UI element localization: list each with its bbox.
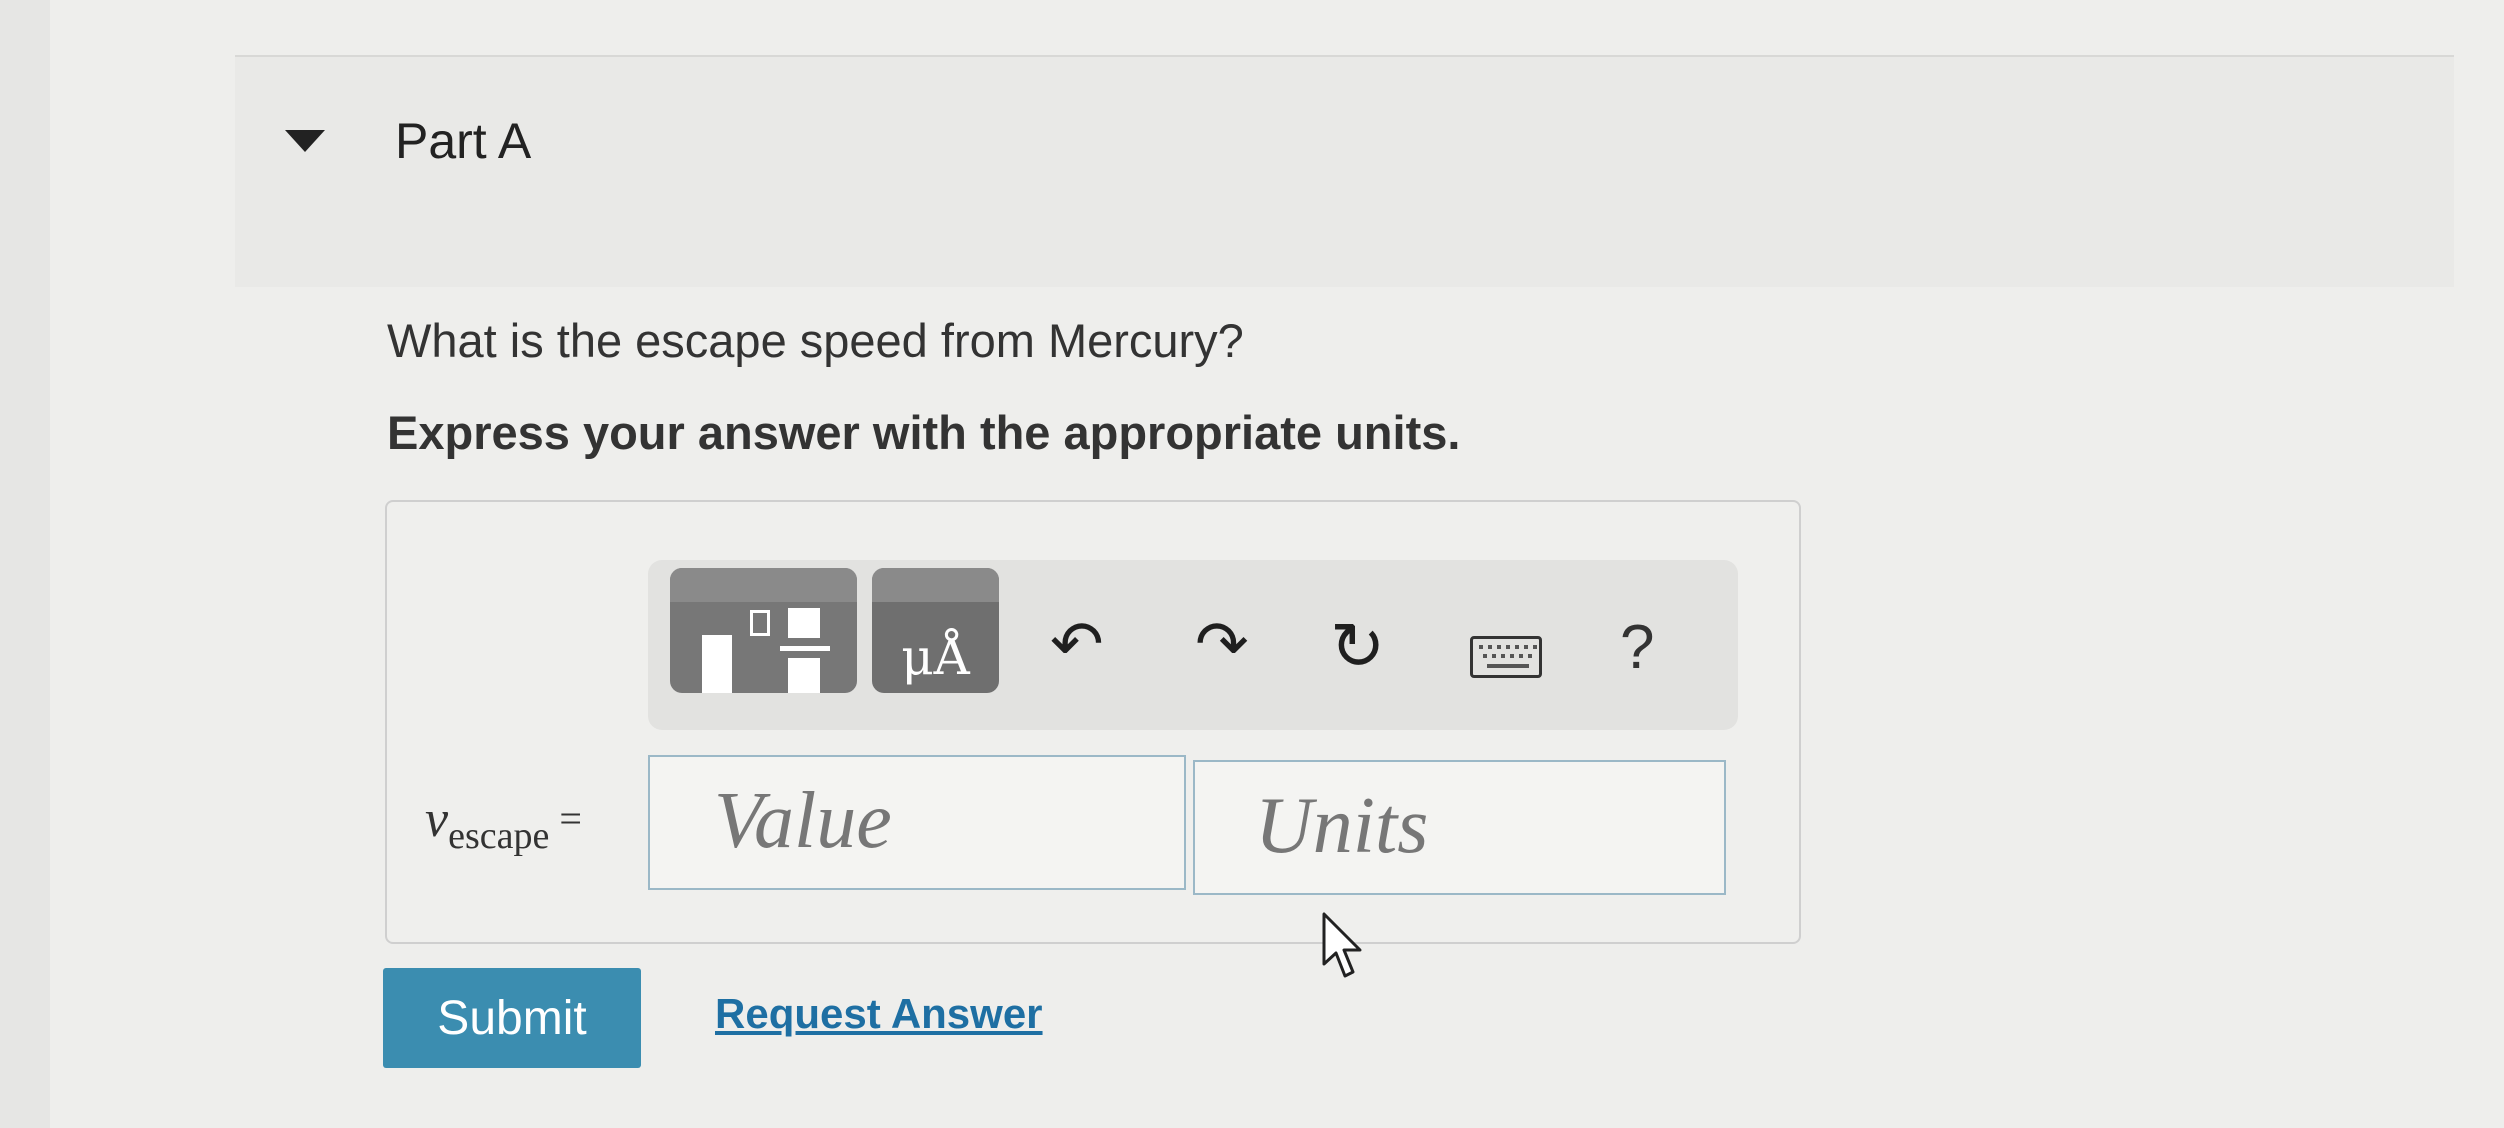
templates-box-icon — [702, 635, 732, 693]
reset-icon[interactable]: ↻ — [1330, 608, 1385, 685]
variable-subscript: escape — [448, 815, 550, 857]
collapse-caret-icon[interactable] — [285, 130, 325, 152]
submit-button[interactable]: Submit — [383, 968, 641, 1068]
templates-small-box-icon — [750, 610, 770, 636]
variable-symbol: v — [425, 791, 449, 848]
equals-sign: = — [559, 796, 582, 841]
mouse-cursor-icon — [1322, 912, 1362, 978]
units-button[interactable]: μÅ — [872, 568, 999, 693]
keyboard-icon[interactable] — [1470, 636, 1542, 678]
variable-label: vescape = — [425, 790, 582, 857]
templates-button[interactable] — [670, 568, 857, 693]
question-text: What is the escape speed from Mercury? — [387, 314, 1244, 367]
part-title[interactable]: Part A — [395, 112, 531, 170]
templates-button-header — [670, 568, 857, 602]
fraction-denominator-icon — [788, 658, 820, 693]
part-header — [235, 55, 2454, 287]
fraction-bar-icon — [780, 646, 830, 651]
redo-icon[interactable]: ↷ — [1195, 608, 1249, 682]
help-icon[interactable]: ? — [1620, 612, 1654, 683]
units-input[interactable]: Units — [1193, 760, 1726, 895]
value-input[interactable]: Value — [648, 755, 1186, 890]
request-answer-link[interactable]: Request Answer — [715, 990, 1043, 1038]
answer-instruction: Express your answer with the appropriate… — [387, 406, 1461, 459]
fraction-numerator-icon — [788, 608, 820, 638]
units-label: μÅ — [901, 628, 970, 686]
units-button-header — [872, 568, 999, 602]
undo-icon[interactable]: ↶ — [1050, 608, 1104, 682]
